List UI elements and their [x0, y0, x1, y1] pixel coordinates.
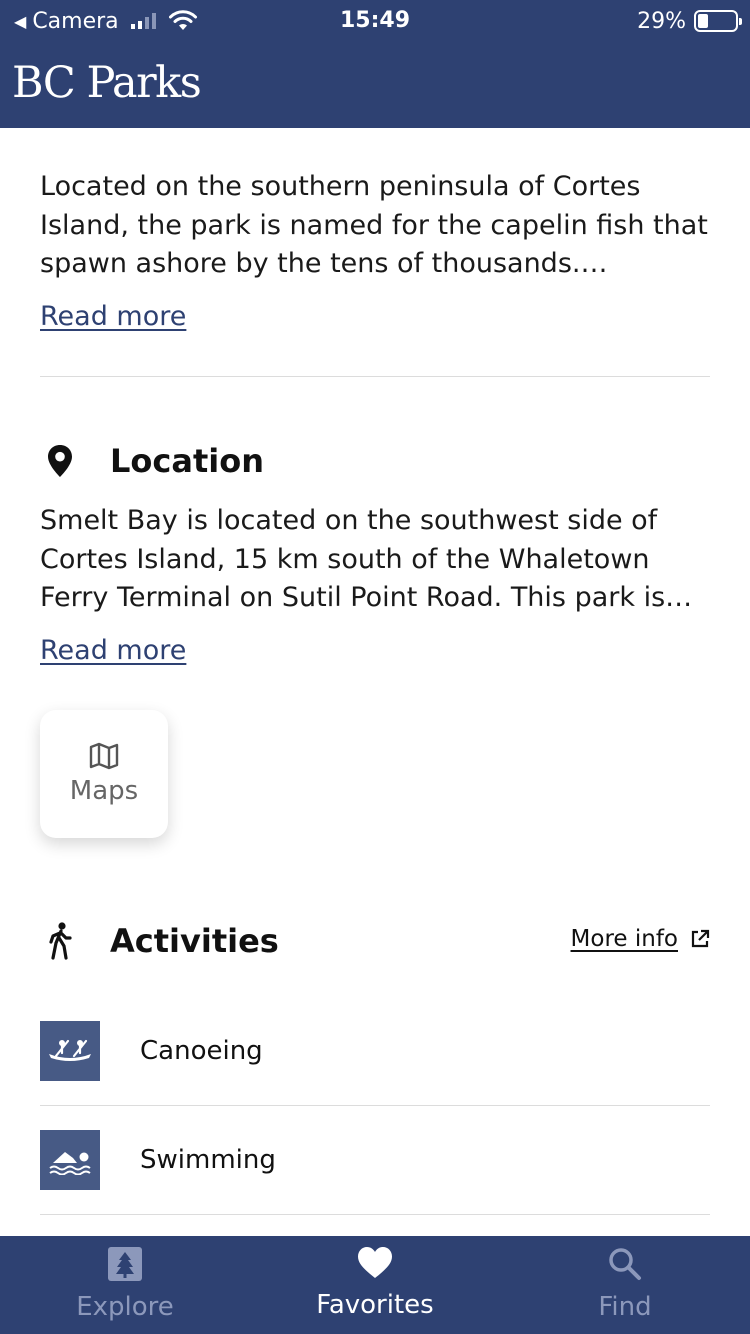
battery-icon — [694, 10, 742, 32]
canoe-icon — [40, 1021, 100, 1081]
more-info-label: More info — [570, 926, 678, 952]
bottom-tab-bar: Explore Favorites Find — [0, 1236, 750, 1334]
section-divider — [40, 376, 710, 377]
tab-label: Explore — [76, 1292, 174, 1322]
external-link-icon — [691, 929, 710, 948]
park-description: Located on the southern peninsula of Cor… — [40, 171, 708, 279]
description-read-more-link[interactable]: Read more — [40, 301, 186, 332]
list-item[interactable]: Swimming — [40, 1106, 710, 1215]
location-title: Location — [110, 442, 264, 480]
maps-button[interactable]: Maps — [40, 710, 168, 838]
tab-explore[interactable]: Explore — [0, 1236, 250, 1334]
activity-label: Canoeing — [140, 1036, 263, 1066]
tree-icon — [108, 1247, 142, 1281]
swimmer-icon — [40, 1130, 100, 1190]
activities-title: Activities — [110, 922, 279, 960]
map-icon — [89, 742, 119, 770]
battery-level — [698, 14, 709, 28]
battery-status: 29% — [637, 8, 742, 34]
tab-favorites[interactable]: Favorites — [250, 1236, 500, 1334]
hiker-icon — [40, 921, 80, 961]
search-icon — [609, 1248, 641, 1280]
location-header: Location — [40, 436, 264, 486]
tab-label: Find — [598, 1292, 652, 1322]
location-description: Smelt Bay is located on the southwest si… — [40, 505, 666, 613]
battery-percent: 29% — [637, 8, 686, 34]
location-read-more-link[interactable]: Read more — [40, 635, 186, 666]
map-pin-icon — [40, 441, 80, 481]
list-item[interactable]: Canoeing — [40, 997, 710, 1106]
brand-logo: BC Parks — [12, 58, 202, 108]
tab-label: Favorites — [316, 1290, 434, 1320]
more-info-link[interactable]: More info — [571, 926, 710, 952]
heart-icon — [358, 1247, 392, 1278]
maps-label: Maps — [69, 776, 139, 806]
status-bar: ◀ Camera 15:49 29% — [0, 0, 750, 40]
app-header: ◀ Camera 15:49 29% BC Parks — [0, 0, 750, 128]
activities-list: Canoeing Swimming — [40, 997, 710, 1215]
activities-header: Activities — [40, 916, 279, 966]
activity-label: Swimming — [140, 1145, 276, 1175]
tab-find[interactable]: Find — [500, 1236, 750, 1334]
